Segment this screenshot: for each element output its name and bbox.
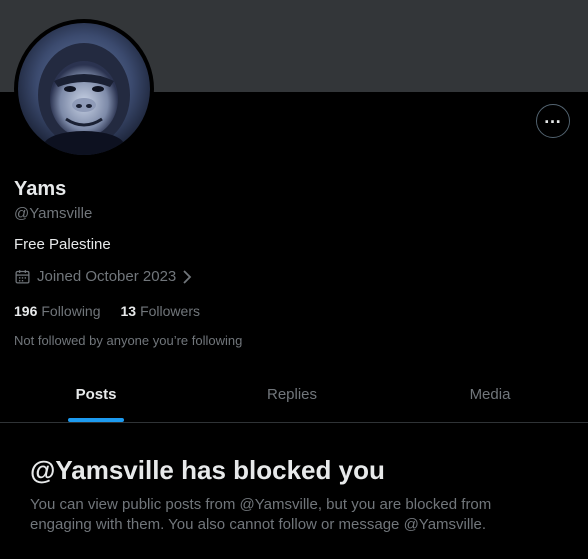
user-handle: @Yamsville: [14, 205, 93, 222]
display-name: Yams: [14, 178, 67, 200]
avatar-image: [18, 23, 150, 155]
tab-label: Replies: [266, 386, 318, 403]
blocked-title: @Yamsville has blocked you: [30, 455, 385, 485]
following-label: Following: [41, 303, 101, 319]
followers-label: Followers: [140, 303, 200, 319]
following-link[interactable]: 196 Following: [14, 303, 101, 319]
ellipsis-icon: …: [543, 107, 563, 127]
joined-date: Joined October 2023: [37, 268, 177, 285]
avatar[interactable]: [14, 19, 154, 159]
joined-date-row[interactable]: Joined October 2023: [14, 268, 192, 285]
active-tab-indicator: [68, 418, 124, 422]
following-count: 196: [14, 303, 38, 319]
tab-media[interactable]: Media: [392, 367, 588, 422]
tab-label: Posts: [75, 386, 117, 403]
followers-count: 13: [120, 303, 137, 319]
tab-posts[interactable]: Posts: [0, 367, 192, 422]
profile-tabs: Posts Replies Media: [0, 367, 588, 423]
chevron-right-icon: [183, 269, 192, 284]
not-followed-notice: Not followed by anyone you’re following: [14, 333, 243, 348]
tab-replies[interactable]: Replies: [192, 367, 392, 422]
more-options-button[interactable]: …: [536, 104, 570, 138]
bio: Free Palestine: [14, 236, 111, 253]
tab-label: Media: [469, 386, 511, 403]
followers-link[interactable]: 13 Followers: [121, 303, 200, 319]
blocked-description: You can view public posts from @Yamsvill…: [30, 496, 492, 533]
calendar-icon: [15, 270, 30, 284]
follow-stats: 196 Following 13 Followers: [14, 303, 200, 319]
